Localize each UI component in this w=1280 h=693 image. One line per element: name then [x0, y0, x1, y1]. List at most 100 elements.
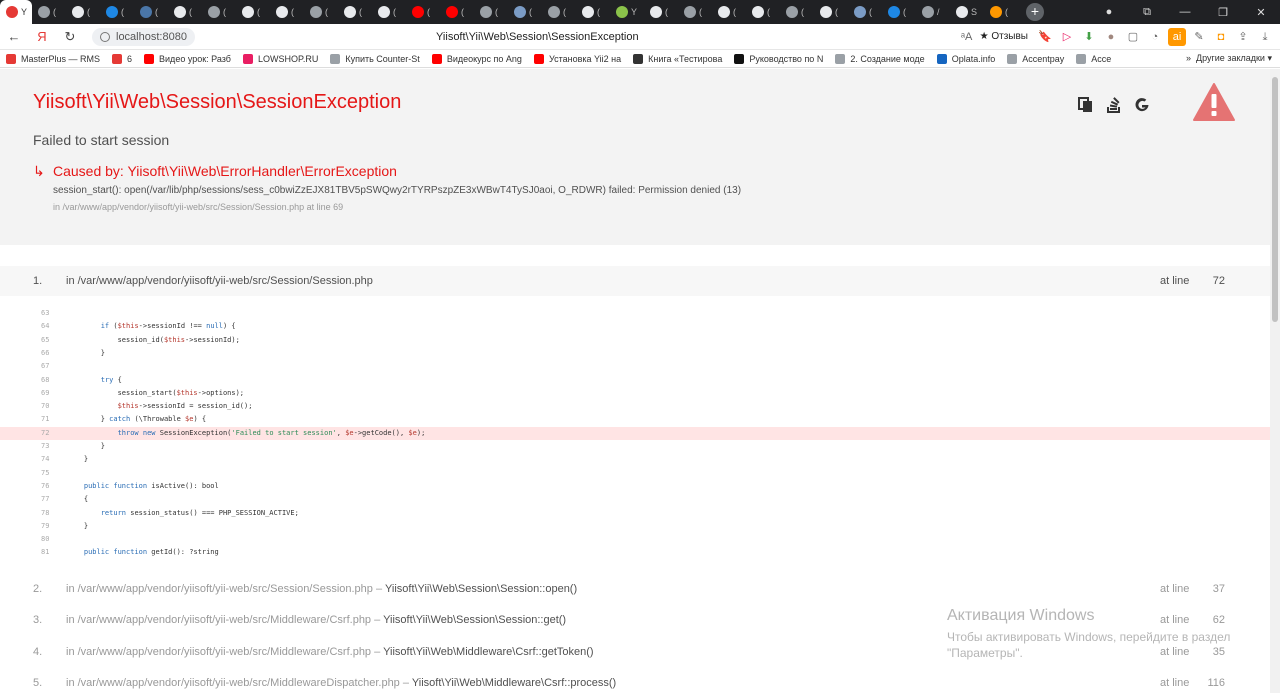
browser-tab[interactable]: Y	[0, 0, 32, 24]
browser-tab[interactable]: (	[100, 0, 134, 24]
browser-tab[interactable]: (	[882, 0, 916, 24]
bookmark-icon[interactable]: 🔖	[1036, 28, 1054, 46]
bookmark-label: Руководство по N	[749, 53, 824, 64]
browser-tab[interactable]: (	[236, 0, 270, 24]
bookmark-item[interactable]: LOWSHOP.RU	[242, 53, 319, 64]
trace-at-line-label: at line	[1160, 275, 1190, 287]
browser-tab[interactable]: (	[474, 0, 508, 24]
tab-label: (	[733, 7, 736, 17]
browser-tab[interactable]: (	[32, 0, 66, 24]
timer-icon[interactable]: ◔	[1146, 28, 1164, 46]
browser-tab[interactable]: (	[848, 0, 882, 24]
yandex-icon[interactable]: Я	[28, 29, 56, 44]
minimize-button[interactable]: —	[1166, 6, 1204, 18]
browser-tab[interactable]: (	[372, 0, 406, 24]
orange-extension-icon[interactable]: ◘	[1212, 28, 1230, 46]
bookmark-item[interactable]: Видеокурс по Ang	[431, 53, 522, 64]
reload-icon[interactable]: ↻	[56, 29, 84, 45]
page-scrollbar[interactable]	[1270, 69, 1280, 693]
browser-tab[interactable]: (	[338, 0, 372, 24]
copy-icon[interactable]	[1077, 96, 1095, 114]
other-bookmarks[interactable]: » Другие закладки ▾	[1186, 53, 1272, 64]
bookmark-item[interactable]: 6	[112, 53, 132, 64]
google-search-icon[interactable]	[1133, 96, 1151, 114]
tab-favicon-icon	[242, 6, 254, 18]
trace-item[interactable]: 2. in /var/www/app/vendor/yiisoft/yii-web…	[0, 574, 1270, 604]
tab-favicon-icon	[276, 6, 288, 18]
downloads-icon[interactable]: ⤓	[1256, 28, 1274, 46]
bookmark-favicon-icon	[6, 53, 16, 64]
tab-favicon-icon	[990, 6, 1002, 18]
bookmark-item[interactable]: Accentpay	[1007, 53, 1064, 64]
extensions-icon[interactable]: ⧉	[1128, 6, 1166, 19]
bookmark-item[interactable]: Видео урок: Разб	[144, 53, 231, 64]
close-window-button[interactable]: ✕	[1242, 6, 1280, 19]
scrollbar-thumb[interactable]	[1272, 77, 1278, 322]
browser-tab[interactable]: (	[984, 0, 1018, 24]
tab-favicon-icon	[344, 6, 356, 18]
browser-tab[interactable]: (	[712, 0, 746, 24]
bookmark-label: Видеокурс по Ang	[446, 53, 522, 64]
browser-tab[interactable]: (	[406, 0, 440, 24]
window-controls: ● ⧉ — ❐ ✕	[1090, 0, 1280, 24]
translate-icon[interactable]: ᵃA	[958, 28, 976, 46]
bookmark-item[interactable]: Купить Counter-St	[330, 53, 420, 64]
page-title-text: Yiisoft\Yii\Web\Session\SessionException	[436, 31, 639, 43]
code-line-text: return session_status() === PHP_SESSION_…	[100, 508, 299, 517]
bookmark-item[interactable]: Oplata.info	[936, 53, 995, 64]
bookmark-label: LOWSHOP.RU	[257, 53, 319, 64]
bookmark-item[interactable]: MasterPlus — RMS	[6, 53, 100, 64]
bookmark-item[interactable]: Книга «Тестирова	[633, 53, 722, 64]
activation-line1: Чтобы активировать Windows, перейдите в …	[947, 630, 1231, 644]
url-field[interactable]: localhost:8080	[92, 27, 195, 46]
site-info-icon[interactable]	[100, 31, 110, 42]
bookmark-favicon-icon	[330, 53, 341, 64]
browser-tab[interactable]: (	[508, 0, 542, 24]
browser-tab[interactable]: (	[644, 0, 678, 24]
browser-tab[interactable]: (	[678, 0, 712, 24]
browser-tab[interactable]: (	[202, 0, 236, 24]
bookmark-favicon-icon	[1007, 53, 1018, 64]
bookmark-item[interactable]: Установка Yii2 на	[533, 53, 621, 64]
browser-tab[interactable]: (	[440, 0, 474, 24]
code-line-number: 81	[41, 548, 50, 557]
tab-favicon-icon	[582, 6, 594, 18]
browser-tab[interactable]: (	[576, 0, 610, 24]
browser-tab[interactable]: S	[950, 0, 984, 24]
browser-tab[interactable]: (	[168, 0, 202, 24]
tab-favicon-icon	[820, 6, 832, 18]
tab-label: (	[529, 7, 532, 17]
browser-tab[interactable]: (	[780, 0, 814, 24]
back-icon[interactable]: ←	[0, 29, 28, 44]
ai-icon[interactable]: ai	[1168, 28, 1186, 46]
maximize-button[interactable]: ❐	[1204, 6, 1242, 19]
bookmark-item[interactable]: Руководство по N	[734, 53, 824, 64]
video-icon[interactable]: ▷	[1058, 28, 1076, 46]
pipette-icon[interactable]: ✎	[1190, 28, 1208, 46]
code-line-number: 80	[41, 535, 50, 544]
share-icon[interactable]: ⇪	[1234, 28, 1252, 46]
download-icon[interactable]: ⬇	[1080, 28, 1098, 46]
profile-icon[interactable]: ●	[1090, 6, 1128, 18]
code-line-error: 72 throw new SessionException('Failed to…	[0, 426, 1270, 440]
trace-function: Yiisoft\Yii\Web\Middleware\Csrf::getToke…	[383, 645, 594, 658]
browser-tab[interactable]: Y	[610, 0, 644, 24]
browser-tab[interactable]: /	[916, 0, 950, 24]
browser-tab[interactable]: (	[66, 0, 100, 24]
bookmark-item[interactable]: Acce	[1076, 53, 1111, 64]
browser-tab[interactable]: (	[746, 0, 780, 24]
bookmark-item[interactable]: 2. Создание моде	[835, 53, 925, 64]
new-tab-button[interactable]: +	[1026, 3, 1044, 21]
extension-icon[interactable]: ▢	[1124, 28, 1142, 46]
cookie-icon[interactable]: ●	[1102, 28, 1120, 46]
trace-item-1[interactable]: 1. in /var/www/app/vendor/yiisoft/yii-we…	[0, 266, 1270, 296]
reviews-button[interactable]: ★ Отзывы	[980, 28, 1028, 46]
browser-tab[interactable]: (	[304, 0, 338, 24]
browser-tab[interactable]: (	[814, 0, 848, 24]
browser-tab[interactable]: (	[134, 0, 168, 24]
browser-tab[interactable]: (	[270, 0, 304, 24]
browser-tab[interactable]: (	[542, 0, 576, 24]
stackoverflow-icon[interactable]	[1105, 96, 1123, 114]
trace-item[interactable]: 5. in /var/www/app/vendor/yiisoft/yii-web…	[0, 668, 1270, 693]
tab-favicon-icon	[548, 6, 560, 18]
